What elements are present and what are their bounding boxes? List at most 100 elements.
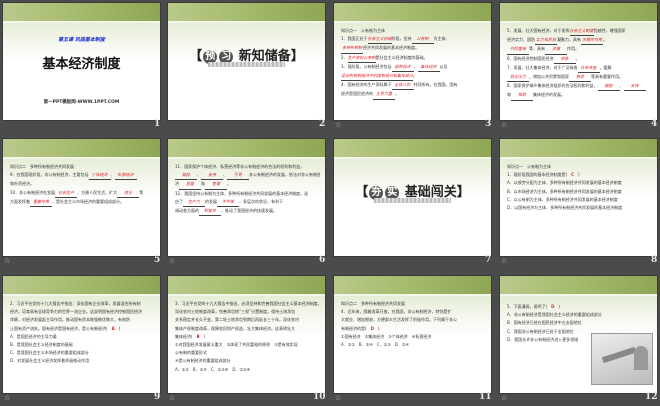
text-line: 深化农村土地制度改革，完善承包地“三权”分置制度。保持土地承包 bbox=[175, 308, 320, 316]
text-segment: 12．我国坚持公有制为主体、多种所有制经济共同发展的基本经济制度，适 bbox=[175, 190, 309, 196]
text-segment: 5．发展、壮大国有经济，对于发挥 bbox=[507, 28, 570, 33]
slide-thumbnail-6[interactable]: 11．国家保护个体经济、私营经济等非公有制经济的合法的权利和利益， 鼓励、支持、引… bbox=[168, 139, 325, 256]
text-line: 多种所有制经济共同发展的基本经济制度。 bbox=[341, 44, 486, 54]
slide-subtitle: 第五课 巩固基本制度 bbox=[58, 37, 105, 43]
text-segment: 等 bbox=[139, 189, 144, 195]
animation-icon[interactable]: ☆ bbox=[501, 121, 507, 129]
text-segment: 1．现阶段我国的基本经济制度是( bbox=[507, 172, 572, 178]
slide-thumbnail-1[interactable]: 第五课 巩固基本制度 基本经济制度 第一PPT模板网-WWW.1PPT.COM bbox=[3, 3, 160, 120]
slide-thumbnail-4[interactable]: 5．发展、壮大国有经济，对于发挥社会主义制度优越性，增强国家 经济实力、国防实力和… bbox=[500, 3, 657, 120]
text-line: 知识点二 多种所有制经济共同发展 bbox=[10, 163, 155, 171]
slide-thumbnail-11[interactable]: 知识点二 多种所有制经济共同发展 4．近年来，随着改革开放，在我国，非公有制经济，… bbox=[334, 276, 491, 393]
slide-thumbnail-3[interactable]: 知识点一 公有制为主体 1．我国正处于社会主义初级阶段，坚持 公有制 为主体、 多种所有… bbox=[334, 3, 491, 120]
text-segment: 大就业、增加税收，方便群众生活发挥了积极作用。下列属于非公 bbox=[341, 317, 457, 323]
text-segment: 集体产权制度改革，保障农民财产权益，壮大集体经济。这表明壮大 bbox=[175, 325, 295, 331]
answer-blank: 积极性 bbox=[199, 207, 221, 217]
slide-header-band bbox=[334, 139, 491, 159]
answer-blank: 主导力量 bbox=[373, 90, 395, 100]
answer-blank: 不平衡 bbox=[217, 198, 239, 208]
text-line: 知识点二 多种所有制经济共同发展 bbox=[341, 300, 486, 308]
slide-header-band bbox=[3, 3, 160, 23]
slide-thumbnail-9[interactable]: 2．习近平在党的十九大报告中指出：深化国有企业改革，发展混合所有制经济，培育具有… bbox=[3, 276, 160, 393]
animation-icon[interactable]: ☆ bbox=[4, 394, 10, 402]
slide-thumbnail-12[interactable]: 5．下面漫画，说明了( D ) A．非公有制经济是我国社会主义经济的重要组成部分 B… bbox=[500, 276, 657, 393]
text-segment: 知识点一 公有制为主体 bbox=[341, 28, 385, 33]
slide-title: 基本经济制度 bbox=[42, 57, 121, 72]
heading-underline bbox=[374, 198, 451, 203]
answer-blank: 就业压力 bbox=[507, 73, 529, 83]
text-segment: ，推动了我国经济的快速发展。 bbox=[221, 208, 277, 214]
animation-icon[interactable]: ☆ bbox=[501, 394, 507, 402]
slide-number: 10 bbox=[313, 392, 326, 402]
answer-blank: 引导 bbox=[227, 171, 249, 181]
text-segment: 关系稳定并长久不变，第二轮土地承包到期后再延长三十年。深化农村 bbox=[175, 317, 299, 323]
text-line: 命脉，对经济发展起主导作用。推动国有资本做强做优做大，有效防 bbox=[10, 316, 155, 324]
text-line: 5．发展、壮大国有经济，对于发挥社会主义制度优越性，增强国家 bbox=[507, 27, 652, 37]
text-line: 6．国有经济控制国民经济 命脉。 bbox=[507, 55, 652, 64]
slide-thumbnail-8[interactable]: 知识点一 公有制为主体 1．现阶段我国的基本经济制度是( C ) A．以按劳分配为主… bbox=[500, 139, 657, 256]
answer-blank: 管理 bbox=[205, 180, 227, 190]
animation-icon[interactable]: ☆ bbox=[169, 394, 175, 402]
text-segment: ) bbox=[554, 304, 560, 309]
text-segment: C．我国非公有制经济已处于支配地位 bbox=[507, 328, 574, 334]
answer-blank: 集体经济 bbox=[417, 63, 440, 73]
animation-icon[interactable]: ☆ bbox=[169, 257, 175, 265]
answer-blank: 监督 bbox=[179, 180, 201, 190]
text-segment: B．以市场经济为主体、多种所有制经济共同发展的基本经济制度 bbox=[507, 188, 622, 194]
text-line: 2．生产资料公有制是社会主义经济制度的基础。 bbox=[341, 54, 486, 63]
slide-content: 3．习近平在党的十九大报告中指出，必须坚持和完善我国社会主义基本经济制度， 深化农… bbox=[175, 300, 320, 374]
animation-icon[interactable]: ☆ bbox=[4, 257, 10, 265]
slide-thumbnail-7[interactable]: 【夯实 基础闯关】 bbox=[334, 139, 491, 256]
text-segment: 2．习近平在党的十九大报告中指出：深化国有企业改革，发展混合所有制 bbox=[10, 301, 141, 306]
text-line: 公有制的重要形式 bbox=[175, 349, 320, 357]
answer-blank: 就业 bbox=[117, 189, 140, 198]
text-line: ①国有经济 ②集体经济 ③个体经济 ④私营经济 bbox=[341, 333, 486, 341]
text-segment: 命脉，对经济发展起主导作用。推动国有资本做强做优做大，有效防 bbox=[10, 317, 130, 323]
answer-blank: 重要作用 bbox=[30, 198, 52, 208]
answer-blank: 支持 bbox=[623, 82, 646, 92]
text-segment: A．以按劳分配为主体、多种所有制经济共同发展的基本经济制度 bbox=[507, 180, 622, 186]
text-segment: D．对发展社会主义经济发挥着积极推动作用 bbox=[10, 358, 90, 364]
text-segment: A．①② B．③④ C．①③ D．②④ bbox=[341, 342, 410, 348]
text-line: B．是我国社会主义经济制度的基础 bbox=[10, 341, 155, 349]
text-line: 大就业、增加税收，方便群众生活发挥了积极作用。下列属于非公 bbox=[341, 316, 486, 324]
text-line: A．以按劳分配为主体、多种所有制经济共同发展的基本经济制度 bbox=[507, 179, 652, 187]
cartoon-image bbox=[591, 333, 653, 385]
slide-thumbnail-10[interactable]: 3．习近平在党的十九大报告中指出，必须坚持和完善我国社会主义基本经济制度， 深化农… bbox=[168, 276, 325, 393]
text-segment: ) bbox=[199, 333, 206, 339]
text-segment: ，是社会主义市场经济的重要组成部分。 bbox=[52, 198, 124, 204]
text-line: A．是国民经济的主导力量 bbox=[10, 333, 155, 341]
text-line: 混合所有制经济中的国有成分和集体成分。 bbox=[341, 72, 486, 82]
slide-content: 知识点一 公有制为主体 1．我国正处于社会主义初级阶段，坚持 公有制 为主体、 多种所有… bbox=[341, 27, 486, 100]
slide-thumbnail-5[interactable]: 知识点二 多种所有制经济共同发展 9．在我国现阶段，非公有制经济，主要包括 个体经济… bbox=[3, 139, 160, 256]
answer-blank: 公有制 bbox=[411, 35, 434, 45]
text-line: B．国有经济已经在国民经济中占支配地位 bbox=[507, 319, 652, 327]
text-segment: 5．下面漫画，说明了( bbox=[507, 304, 552, 309]
text-line: 经济，培育具有全球竞争力的世界一流企业。这说明国有经济控制国民经济 bbox=[10, 308, 155, 316]
text-segment: ，多层次的状况，有利于 bbox=[239, 198, 283, 204]
slide-number: 1 bbox=[154, 119, 161, 129]
text-line: 和外资经济。 bbox=[10, 180, 155, 188]
text-segment: 。 bbox=[413, 73, 417, 79]
text-segment: 共同所有。在我国，国有 bbox=[413, 82, 458, 88]
text-segment: 作用。 bbox=[567, 46, 579, 52]
animation-icon[interactable]: ☆ bbox=[501, 257, 507, 265]
animation-icon[interactable]: ☆ bbox=[335, 394, 341, 402]
text-segment: 知识点一 公有制为主体 bbox=[507, 164, 551, 169]
text-line: ④是公有制经济的重要组成部分 bbox=[175, 357, 320, 365]
text-segment: B．国有经济已经在国民经济中占支配地位 bbox=[507, 320, 582, 326]
answer-blank: 私营经济 bbox=[114, 171, 137, 181]
answer-blank: 生产力 bbox=[183, 198, 205, 208]
animation-icon[interactable]: ☆ bbox=[335, 121, 341, 129]
text-segment: 的发展 bbox=[205, 198, 217, 204]
slide-thumbnail-2[interactable]: 【预习 新知储备】 bbox=[168, 3, 325, 120]
text-segment: C．以公有制为主体、多种所有制经济共同发展的基本经济制度 bbox=[507, 196, 618, 202]
text-segment: 经济实力、国防 bbox=[507, 37, 535, 43]
slide-number: 7 bbox=[485, 255, 492, 265]
slide-number: 3 bbox=[485, 119, 492, 129]
answer-blank: 共同富裕 bbox=[507, 45, 529, 55]
text-line: 3．习近平在党的十九大报告中指出，必须坚持和完善我国社会主义基本经济制度， bbox=[175, 300, 320, 308]
text-line: 经济实力、国防实力和民族凝聚力，具有关键性作用。 bbox=[507, 36, 652, 46]
slide-header-band bbox=[168, 139, 325, 159]
slide-header-band bbox=[500, 139, 657, 159]
